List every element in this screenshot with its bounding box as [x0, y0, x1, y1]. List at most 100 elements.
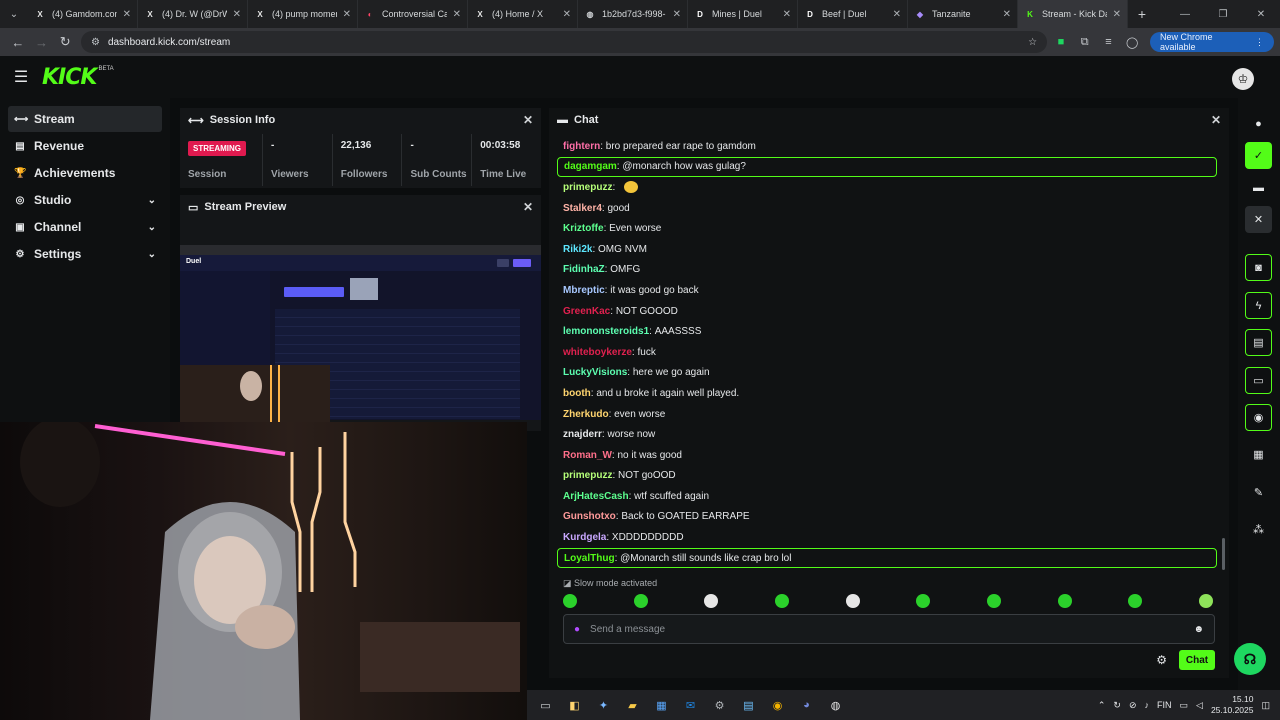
chat-message[interactable]: LoyalThug: @Monarch still sounds like cr… [557, 548, 1217, 569]
chat-username[interactable]: booth [563, 388, 591, 399]
chat-username[interactable]: FidinhaZ [563, 264, 605, 275]
chat-username[interactable]: Kriztoffe [563, 223, 604, 234]
chat-message[interactable]: Stalker4: good [557, 198, 1217, 219]
notes-icon[interactable]: ▤ [1245, 329, 1272, 356]
user-avatar[interactable]: ♔ [1232, 68, 1254, 90]
microphone-icon[interactable]: ● [574, 624, 580, 635]
sidebar-item-stream[interactable]: ⟷ Stream [8, 106, 162, 132]
browser-tab[interactable]: ◆ Tanzanite ✕ [908, 0, 1018, 28]
chat-message[interactable]: Kriztoffe: Even worse [557, 218, 1217, 239]
emote-button[interactable] [986, 594, 1001, 608]
notepad-icon[interactable]: ▤ [734, 692, 763, 718]
chat-username[interactable]: lemononsteroids1 [563, 326, 649, 337]
support-headset-icon[interactable]: ☊ [1234, 643, 1266, 675]
chat-message[interactable]: FidinhaZ: OMFG [557, 260, 1217, 281]
close-icon[interactable]: ✕ [1211, 113, 1221, 127]
discord-icon[interactable]: ◕ [792, 692, 821, 718]
back-icon[interactable]: ← [6, 30, 30, 54]
chat-message[interactable]: Gunshotxo: Back to GOATED EARRAPE [557, 507, 1217, 528]
hamburger-menu-icon[interactable]: ☰ [0, 67, 42, 87]
chat-message[interactable]: Kurdgela: XDDDDDDDDD [557, 527, 1217, 548]
chat-message[interactable]: primepuzz: [557, 177, 1217, 198]
sync-icon[interactable]: ↻ [1113, 700, 1121, 711]
file-explorer-icon[interactable]: ▭ [531, 692, 560, 718]
notifications-icon[interactable]: ◫ [1261, 700, 1270, 711]
chevron-down-icon[interactable]: ⌄ [148, 222, 156, 233]
chat-username[interactable]: znajderr [563, 429, 602, 440]
kick-logo[interactable]: KICK [42, 65, 97, 90]
sidebar-item-settings[interactable]: ⚙ Settings ⌄ [8, 241, 162, 267]
chat-message[interactable]: znajderr: worse now [557, 424, 1217, 445]
chat-username[interactable]: Gunshotxo [563, 511, 616, 522]
close-icon[interactable]: ✕ [523, 113, 533, 127]
chat-username[interactable]: LuckyVisions [563, 367, 627, 378]
bolt-icon[interactable]: ϟ [1245, 292, 1272, 319]
browser-tab[interactable]: D Beef | Duel ✕ [798, 0, 908, 28]
chat-username[interactable]: Kurdgela [563, 532, 606, 543]
chat-settings-icon[interactable]: ⚙ [1156, 653, 1167, 667]
browser-tab[interactable]: ◍ 1b2bd7d3-f998- ✕ [578, 0, 688, 28]
volume-icon[interactable]: ◁ [1196, 700, 1203, 711]
store-icon[interactable]: ▦ [647, 692, 676, 718]
reload-icon[interactable]: ↻ [53, 30, 77, 54]
close-window-icon[interactable]: ✕ [1242, 0, 1280, 28]
emote-button[interactable] [774, 594, 789, 608]
emote-button[interactable] [1057, 594, 1072, 608]
chat-message[interactable]: primepuzz: NOT goOOD [557, 466, 1217, 487]
monitor-icon[interactable]: ▭ [1180, 700, 1189, 711]
sidebar-item-studio[interactable]: ◎ Studio ⌄ [8, 187, 162, 213]
close-tab-icon[interactable]: ✕ [893, 9, 901, 20]
copilot-icon[interactable]: ✦ [589, 692, 618, 718]
close-tab-icon[interactable]: ✕ [673, 9, 681, 20]
chevron-down-icon[interactable]: ⌄ [148, 249, 156, 260]
settings-app-icon[interactable]: ⚙ [705, 692, 734, 718]
extensions-puzzle-icon[interactable]: ⧉ [1075, 32, 1095, 52]
chat-username[interactable]: Zherkudo [563, 409, 609, 420]
chat-username[interactable]: ArjHatesCash [563, 491, 629, 502]
emote-button[interactable] [704, 594, 719, 608]
more-menu-icon[interactable]: ⋮ [1255, 37, 1264, 48]
chat-message[interactable]: Riki2k: OMG NVM [557, 239, 1217, 260]
share-icon[interactable]: ⁂ [1245, 516, 1272, 543]
browser-tab[interactable]: X (4) Gamdom.com ✕ [28, 0, 138, 28]
chat-message[interactable]: Zherkudo: even worse [557, 404, 1217, 425]
chat-message[interactable]: GreenKac: NOT GOOOD [557, 301, 1217, 322]
chat-message[interactable]: LuckyVisions: here we go again [557, 363, 1217, 384]
broadcast-icon[interactable]: ◉ [1245, 404, 1272, 431]
close-tab-icon[interactable]: ✕ [1113, 9, 1121, 20]
layout-icon[interactable]: ▬ [1245, 174, 1272, 201]
browser-tab[interactable]: ◐ Controversial Cas ✕ [358, 0, 468, 28]
site-info-icon[interactable]: ⚙ [91, 37, 100, 48]
clock[interactable]: 15.10 25.10.2025 [1211, 694, 1254, 716]
obs-icon[interactable]: ◍ [821, 692, 850, 718]
sidebar-item-achievements[interactable]: 🏆 Achievements [8, 160, 162, 186]
print-icon[interactable]: ▦ [1245, 441, 1272, 468]
chat-message[interactable]: ArjHatesCash: wtf scuffed again [557, 486, 1217, 507]
chat-username[interactable]: primepuzz [563, 470, 612, 481]
chat-scrollbar[interactable] [1222, 538, 1225, 570]
chat-message[interactable]: dagamgam: @monarch how was gulag? [557, 156, 1217, 177]
maximize-icon[interactable]: ❐ [1204, 0, 1242, 28]
emoji-picker-icon[interactable]: ☻ [1193, 624, 1204, 635]
chat-username[interactable]: Roman_W [563, 450, 612, 461]
chat-username[interactable]: primepuzz [563, 182, 612, 193]
chrome-icon[interactable]: ◉ [763, 692, 792, 718]
chat-username[interactable]: Mbreptic [563, 285, 605, 296]
forward-icon[interactable]: → [30, 30, 54, 54]
close-tab-icon[interactable]: ✕ [123, 9, 131, 20]
emote-button[interactable] [916, 594, 931, 608]
chat-icon[interactable]: ▭ [1245, 367, 1272, 394]
url-field[interactable]: ⚙ dashboard.kick.com/stream ☆ [80, 31, 1048, 53]
browser-tab[interactable]: X (4) Home / X ✕ [468, 0, 578, 28]
chat-message[interactable]: fightern: bro prepared ear rape to gamdo… [557, 136, 1217, 157]
chat-username[interactable]: Stalker4 [563, 203, 602, 214]
new-tab-button[interactable]: + [1128, 6, 1156, 22]
close-tab-icon[interactable]: ✕ [783, 9, 791, 20]
close-icon[interactable]: ✕ [1245, 206, 1272, 233]
sidebar-item-revenue[interactable]: ▤ Revenue [8, 133, 162, 159]
wrench-icon[interactable]: ✎ [1245, 479, 1272, 506]
emote-button[interactable] [1198, 594, 1213, 608]
chat-message-input[interactable]: ● Send a message ☻ [563, 614, 1215, 644]
language-indicator[interactable]: FIN [1157, 700, 1172, 710]
chat-message[interactable]: whiteboykerze: fuck [557, 342, 1217, 363]
